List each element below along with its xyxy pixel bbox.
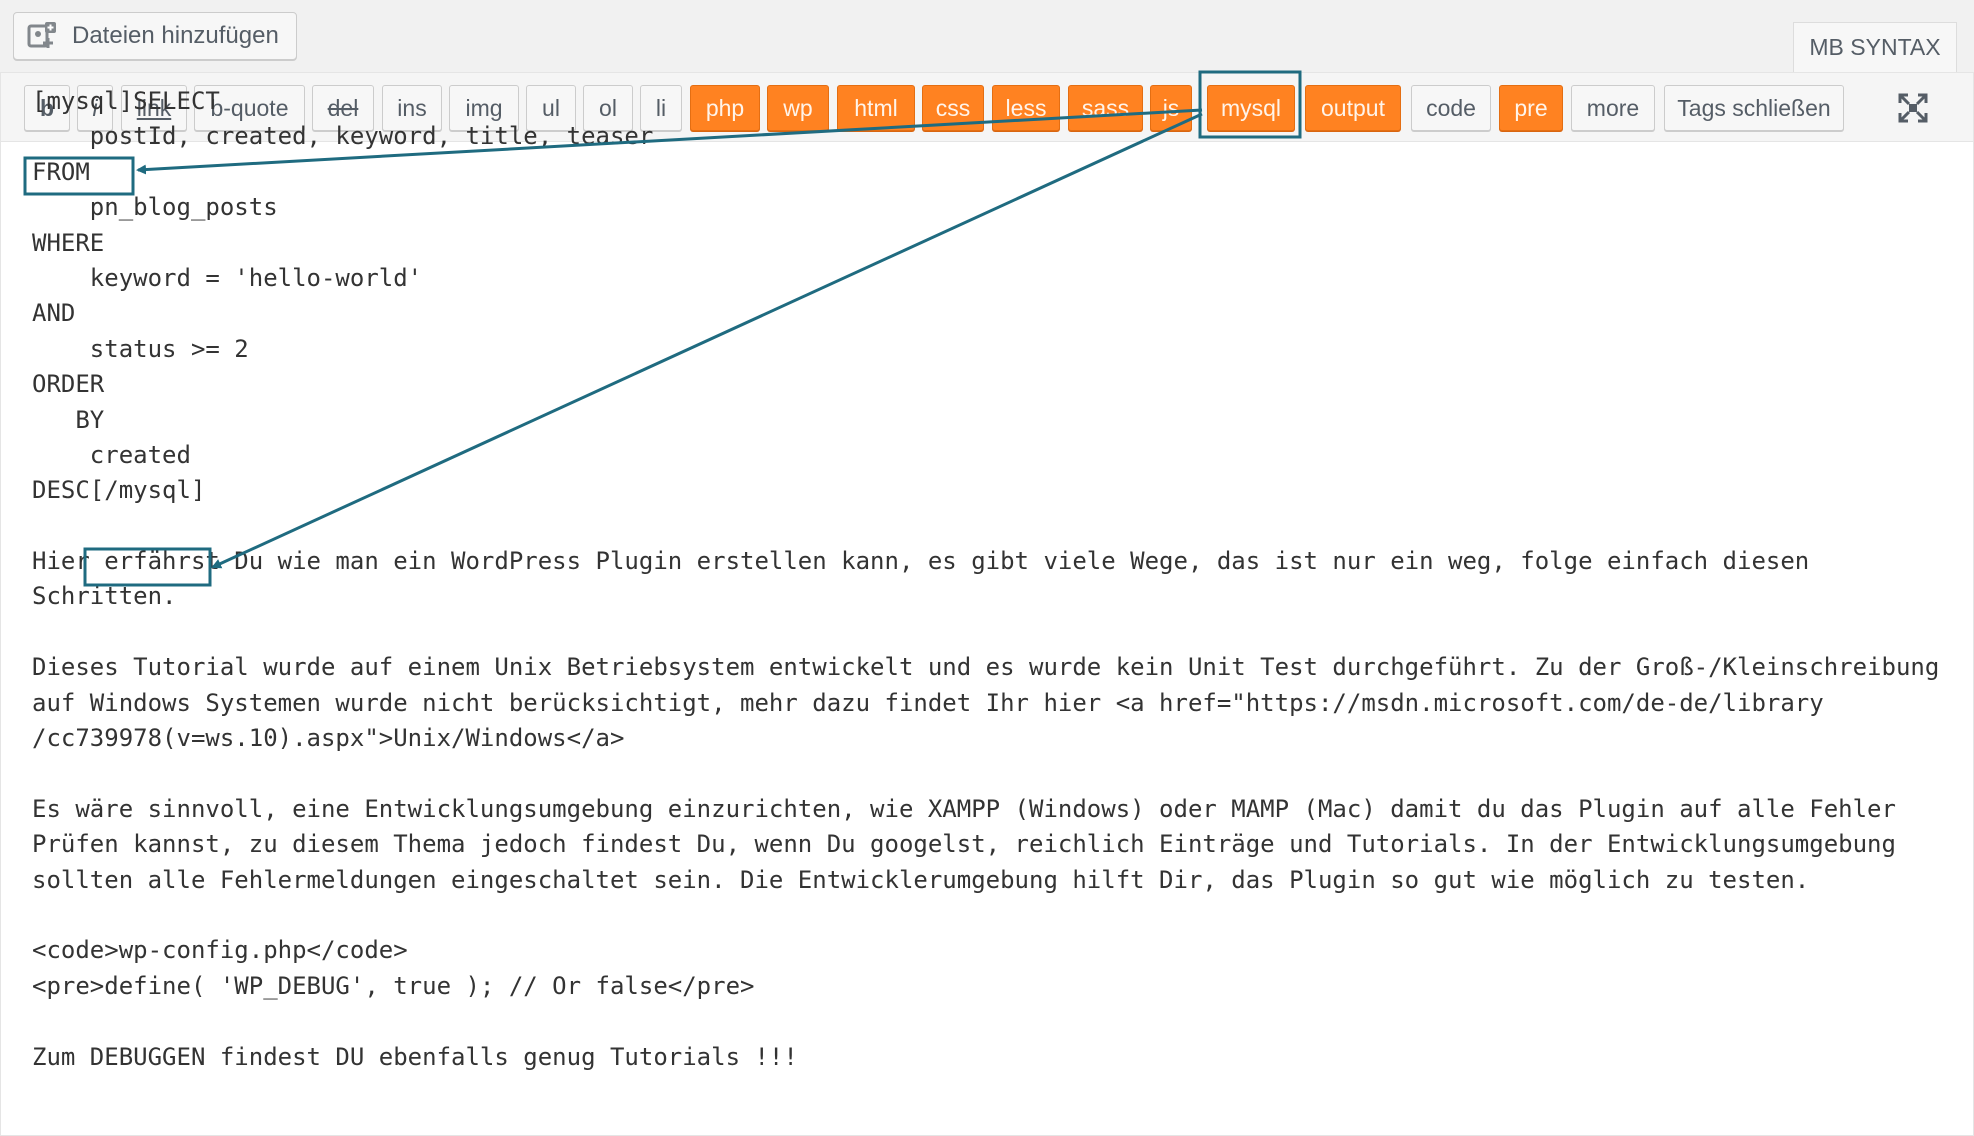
add-media-label: Dateien hinzufügen: [72, 22, 279, 49]
code-line: WHERE: [32, 228, 105, 257]
code-line: ORDER: [32, 370, 105, 399]
mysql-open-tag: [mysql]: [32, 87, 134, 115]
media-add-icon: [26, 19, 60, 53]
sql-desc-keyword: DESC: [32, 476, 90, 505]
text-line: auf Windows Systemen wurde nicht berücks…: [32, 688, 1824, 717]
mysql-close-tag: [/mysql]: [89, 476, 206, 505]
text-line: Es wäre sinnvoll, eine Entwicklungsumgeb…: [32, 794, 1896, 823]
code-line: created: [32, 440, 191, 469]
sql-select-keyword: SELECT: [133, 87, 220, 115]
text-line: [32, 898, 1952, 933]
code-line: status >= 2: [32, 334, 249, 363]
editor-content[interactable]: [mysql]SELECT postId, created, keyword, …: [32, 84, 1952, 1075]
code-line: BY: [32, 405, 105, 434]
text-line: Schritten.: [32, 582, 177, 611]
text-line: Prüfen kannst, zu diesem Thema jedoch fi…: [32, 830, 1896, 859]
text-line: [32, 615, 1952, 650]
add-media-button[interactable]: Dateien hinzufügen: [13, 12, 297, 60]
code-line: postId, created, keyword, title, teaser: [32, 122, 654, 151]
text-line: /cc739978(v=ws.10).aspx">Unix/Windows</a…: [32, 724, 625, 753]
code-line: keyword = 'hello-world': [32, 263, 423, 292]
text-line: [32, 1004, 1952, 1039]
code-line: DESC[/mysql]: [32, 473, 1952, 508]
code-line: AND: [32, 299, 76, 328]
text-line: [32, 756, 1952, 791]
text-line: sollten alle Fehlermeldungen eingeschalt…: [32, 865, 1810, 894]
text-line: Zum DEBUGGEN findest DU ebenfalls genug …: [32, 1042, 798, 1071]
text-line: Hier erfährst Du wie man ein WordPress P…: [32, 547, 1810, 576]
text-line: Dieses Tutorial wurde auf einem Unix Bet…: [32, 653, 1940, 682]
tab-mb-syntax[interactable]: MB SYNTAX: [1793, 22, 1957, 72]
code-line: [mysql]SELECT: [32, 84, 1952, 119]
text-line: <code>wp-config.php</code>: [32, 936, 408, 965]
code-line: pn_blog_posts: [32, 193, 278, 222]
text-line: <pre>define( 'WP_DEBUG', true ); // Or f…: [32, 971, 755, 1000]
code-line: FROM: [32, 157, 90, 186]
